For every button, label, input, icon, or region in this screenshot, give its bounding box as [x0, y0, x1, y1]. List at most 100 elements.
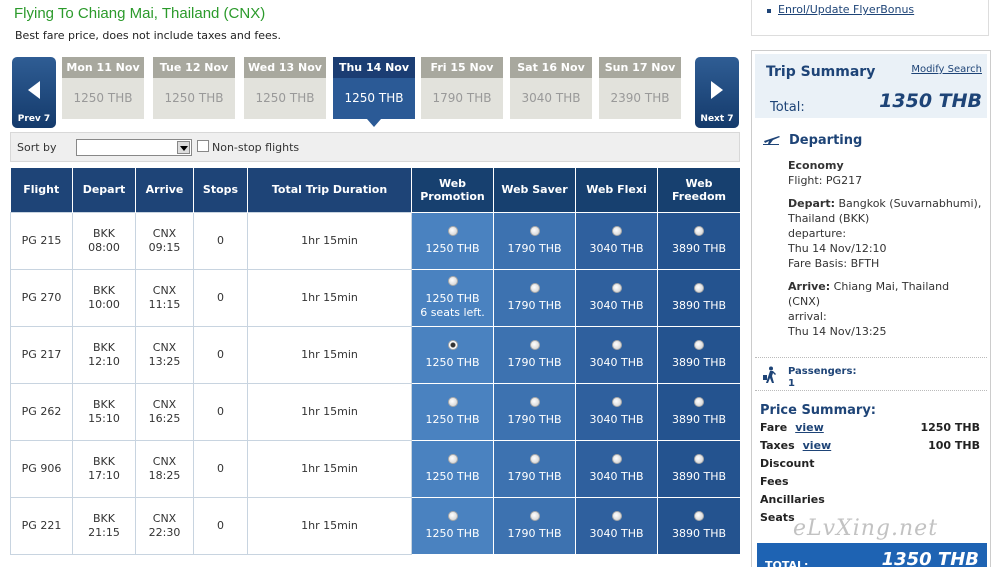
web-promotion-cell[interactable]: 1250 THB	[411, 325, 494, 384]
web-flexi-cell[interactable]: 3040 THB	[575, 268, 658, 327]
fare-radio[interactable]	[694, 282, 704, 293]
web-freedom-cell[interactable]: 3890 THB	[657, 211, 741, 270]
web-promotion-cell[interactable]: 1250 THB	[411, 439, 494, 498]
arrive-cell: CNX 22:30	[135, 496, 194, 555]
web-freedom-cell[interactable]: 3890 THB	[657, 382, 741, 441]
fare-radio[interactable]	[694, 396, 704, 407]
web-freedom-cell[interactable]: 3890 THB	[657, 268, 741, 327]
taxes-row: Taxes view 100 THB	[760, 439, 980, 452]
date-tab[interactable]: Fri 15 Nov 1790 THB	[421, 57, 503, 119]
depart-cell: BKK 12:10	[72, 325, 136, 384]
stops-cell: 0	[193, 439, 248, 498]
chevron-left-icon	[28, 81, 40, 99]
fare-radio[interactable]	[694, 225, 704, 236]
web-flexi-cell[interactable]: 3040 THB	[575, 439, 658, 498]
date-tab[interactable]: Wed 13 Nov 1250 THB	[244, 57, 326, 119]
web-flexi-cell[interactable]: 3040 THB	[575, 496, 658, 555]
chevron-down-icon	[177, 141, 190, 154]
duration-cell: 1hr 15min	[247, 211, 412, 270]
date-tab[interactable]: Sat 16 Nov 3040 THB	[510, 57, 592, 119]
stops-cell: 0	[193, 268, 248, 327]
sort-select[interactable]	[76, 139, 192, 156]
web-flexi-cell[interactable]: 3040 THB	[575, 211, 658, 270]
fare-radio[interactable]	[447, 510, 458, 521]
fare-radio[interactable]	[447, 339, 458, 350]
total-label: Total:	[770, 100, 805, 115]
date-tab-price: 1790 THB	[421, 78, 503, 119]
fare-radio[interactable]	[611, 510, 622, 521]
fare-radio[interactable]	[694, 510, 704, 521]
table-row: PG 906 BKK 17:10 CNX 18:25 0 1hr 15min 1250 THB…	[10, 439, 741, 498]
fare-radio[interactable]	[529, 339, 540, 350]
fees-row: Fees	[760, 475, 789, 488]
depart-cell: BKK 08:00	[72, 211, 136, 270]
web-flexi-cell[interactable]: 3040 THB	[575, 325, 658, 384]
fare-radio[interactable]	[447, 275, 458, 286]
date-tab-price: 3040 THB	[510, 78, 592, 119]
duration-cell: 1hr 15min	[247, 496, 412, 555]
fare-radio[interactable]	[611, 339, 622, 350]
prev-7-button[interactable]: Prev 7	[12, 57, 56, 128]
fare-radio[interactable]	[447, 453, 458, 464]
web-saver-cell[interactable]: 1790 THB	[493, 496, 576, 555]
nonstop-checkbox[interactable]	[197, 140, 209, 152]
col-flight: Flight	[10, 168, 73, 212]
fare-radio[interactable]	[694, 339, 704, 350]
fare-radio[interactable]	[694, 453, 704, 464]
web-freedom-cell[interactable]: 3890 THB	[657, 496, 741, 555]
flight-cell: PG 906	[10, 439, 73, 498]
fare-radio[interactable]	[447, 225, 458, 236]
flight-cell: PG 215	[10, 211, 73, 270]
web-promotion-cell[interactable]: 1250 THB	[411, 211, 494, 270]
web-promotion-cell[interactable]: 1250 THB 6 seats left.	[411, 268, 494, 327]
trip-summary-header: Trip Summary Modify Search Total: 1350 T…	[755, 54, 987, 118]
date-tab[interactable]: Sun 17 Nov 2390 THB	[599, 57, 681, 119]
date-tab[interactable]: Tue 12 Nov 1250 THB	[153, 57, 235, 119]
price-summary: Price Summary: Fare view 1250 THB Taxes vi…	[760, 403, 984, 529]
web-freedom-cell[interactable]: 3890 THB	[657, 325, 741, 384]
depart-cell: BKK 10:00	[72, 268, 136, 327]
total-amount: 1350 THB	[879, 90, 982, 112]
next-7-label: Next 7	[700, 114, 734, 124]
next-7-button[interactable]: Next 7	[695, 57, 739, 128]
fare-radio[interactable]	[447, 396, 458, 407]
fare-radio[interactable]	[529, 282, 540, 293]
web-freedom-cell[interactable]: 3890 THB	[657, 439, 741, 498]
fare-radio[interactable]	[611, 396, 622, 407]
fare-radio[interactable]	[529, 510, 540, 521]
departure-label: departure:	[788, 227, 847, 240]
arrival-time: Thu 14 Nov/13:25	[788, 325, 887, 338]
page-title: Flying To Chiang Mai, Thailand (CNX)	[14, 5, 266, 22]
duration-cell: 1hr 15min	[247, 439, 412, 498]
total-bar: TOTAL: 1350 THB	[757, 543, 987, 567]
web-saver-cell[interactable]: 1790 THB	[493, 211, 576, 270]
departure-time: Thu 14 Nov/12:10	[788, 242, 887, 255]
bullet-icon	[767, 9, 771, 13]
modify-search-link[interactable]: Modify Search	[911, 64, 982, 75]
trip-summary-title: Trip Summary	[766, 64, 876, 80]
web-promotion-cell[interactable]: 1250 THB	[411, 496, 494, 555]
cabin-class: Economy	[788, 159, 844, 172]
fare-radio[interactable]	[611, 225, 622, 236]
fare-view-link[interactable]: view	[795, 421, 824, 434]
web-promotion-cell[interactable]: 1250 THB	[411, 382, 494, 441]
date-tab[interactable]: Thu 14 Nov 1250 THB	[333, 57, 415, 127]
web-saver-cell[interactable]: 1790 THB	[493, 325, 576, 384]
sort-bar: Sort by Non-stop flights	[10, 132, 740, 162]
web-saver-cell[interactable]: 1790 THB	[493, 268, 576, 327]
web-saver-cell[interactable]: 1790 THB	[493, 382, 576, 441]
flyerbonus-link[interactable]: Enrol/Update FlyerBonus	[778, 3, 914, 16]
fare-radio[interactable]	[529, 453, 540, 464]
fare-radio[interactable]	[529, 396, 540, 407]
fare-radio[interactable]	[529, 225, 540, 236]
chevron-right-icon	[711, 81, 723, 99]
fare-radio[interactable]	[611, 453, 622, 464]
fare-radio[interactable]	[611, 282, 622, 293]
table-row: PG 215 BKK 08:00 CNX 09:15 0 1hr 15min 1250 THB…	[10, 211, 741, 270]
taxes-view-link[interactable]: view	[803, 439, 832, 452]
web-flexi-cell[interactable]: 3040 THB	[575, 382, 658, 441]
web-saver-cell[interactable]: 1790 THB	[493, 439, 576, 498]
date-tab[interactable]: Mon 11 Nov 1250 THB	[62, 57, 144, 119]
date-tab-price: 1250 THB	[62, 78, 144, 119]
stops-cell: 0	[193, 382, 248, 441]
